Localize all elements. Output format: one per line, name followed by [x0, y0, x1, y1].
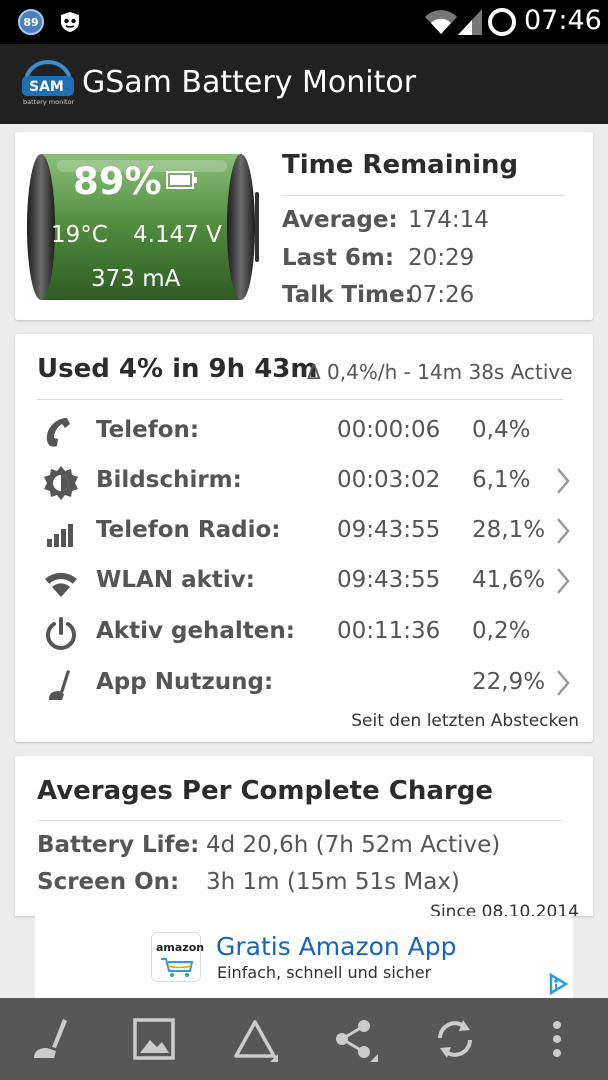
app-logo-subtext: battery monitor: [23, 98, 75, 106]
amazon-logo-text: amazon: [156, 941, 205, 954]
usage-row-bildschirm[interactable]: Bildschirm: 00:03:02 6,1%: [15, 457, 593, 507]
signal-bars-icon: [47, 524, 73, 547]
notification-badge-icon: 89: [18, 9, 44, 35]
adchoices-icon[interactable]: [547, 973, 569, 995]
time-remaining-title: Time Remaining: [282, 150, 519, 180]
power-icon: [46, 617, 76, 650]
row-percent: 6,1%: [472, 467, 531, 493]
divider: [282, 195, 564, 196]
overflow-menu-icon[interactable]: [534, 1016, 580, 1062]
usage-row-aktiv-gehalten[interactable]: Aktiv gehalten: 00:11:36 0,2%: [15, 608, 593, 658]
cell-signal-icon: [458, 9, 482, 35]
usage-row-app-nutzung[interactable]: App Nutzung: 22,9%: [15, 659, 593, 709]
averages-title: Averages Per Complete Charge: [37, 776, 493, 806]
row-label: Telefon:: [96, 417, 200, 443]
status-bar: 89 07:46: [0, 0, 608, 44]
bottom-action-bar: [0, 998, 608, 1080]
app-title: GSam Battery Monitor: [82, 65, 417, 100]
divider: [37, 399, 563, 400]
shield-icon: [61, 12, 79, 32]
battery-temperature: 19°C: [51, 222, 108, 248]
chevron-right-icon[interactable]: [555, 669, 571, 697]
row-percent: 0,4%: [472, 417, 531, 443]
row-percent: 22,9%: [472, 669, 546, 695]
image-icon[interactable]: [131, 1016, 177, 1062]
app-usage-icon[interactable]: [30, 1016, 76, 1062]
usage-title: Used 4% in 9h 43m: [37, 354, 318, 384]
row-time: 00:00:06: [337, 417, 441, 443]
row-value: 4d 20,6h (7h 52m Active): [206, 832, 501, 858]
row-label: Last 6m:: [282, 245, 395, 271]
row-value: 174:14: [408, 207, 489, 233]
row-time: 09:43:55: [337, 567, 441, 593]
amazon-logo-icon: amazon: [151, 932, 205, 982]
row-label: Aktiv gehalten:: [96, 618, 295, 644]
refresh-icon[interactable]: [432, 1016, 478, 1062]
averages-card: Averages Per Complete Charge Battery Lif…: [15, 756, 593, 916]
row-label: Battery Life:: [37, 832, 200, 858]
wifi-icon: [45, 572, 77, 597]
row-time: 00:03:02: [337, 467, 441, 493]
ad-subtitle: Einfach, schnell und sicher: [217, 963, 432, 982]
row-label: App Nutzung:: [96, 669, 274, 695]
divider: [37, 820, 563, 821]
chevron-right-icon[interactable]: [555, 517, 571, 545]
row-time: 00:11:36: [337, 618, 441, 644]
app-usage-icon: [49, 670, 70, 700]
row-label: Telefon Radio:: [96, 517, 281, 543]
usage-card: Used 4% in 9h 43m Δ 0,4%/h - 14m 38s Act…: [15, 334, 593, 742]
usage-row-wlan[interactable]: WLAN aktiv: 09:43:55 41,6%: [15, 557, 593, 607]
battery-voltage: 4.147 V: [133, 222, 222, 248]
app-logo-text: SAM: [29, 79, 64, 95]
chevron-right-icon[interactable]: [555, 567, 571, 595]
row-value: 20:29: [408, 245, 475, 271]
usage-subtitle: Δ 0,4%/h - 14m 38s Active: [307, 360, 573, 384]
row-value: 07:26: [408, 282, 475, 308]
wifi-icon: [425, 10, 457, 34]
chevron-right-icon[interactable]: [555, 467, 571, 495]
phone-icon: [46, 418, 70, 447]
triangle-icon[interactable]: [232, 1016, 278, 1062]
ad-title[interactable]: Gratis Amazon App: [216, 932, 457, 961]
row-label: Talk Time:: [282, 282, 414, 308]
ad-banner[interactable]: amazon Gratis Amazon App Einfach, schnel…: [35, 916, 573, 998]
app-bar: SAM battery monitor GSam Battery Monitor: [0, 44, 608, 124]
row-percent: 28,1%: [472, 517, 546, 543]
app-logo-icon: SAM battery monitor: [22, 60, 75, 106]
usage-row-telefon-radio[interactable]: Telefon Radio: 09:43:55 28,1%: [15, 507, 593, 557]
row-label: Bildschirm:: [96, 467, 242, 493]
sync-ring-icon: [488, 8, 516, 36]
usage-footer: Seit den letzten Abstecken: [351, 711, 579, 731]
row-label: Average:: [282, 207, 398, 233]
row-value: 3h 1m (15m 51s Max): [206, 869, 460, 895]
battery-mini-icon: [166, 171, 197, 189]
row-percent: 0,2%: [472, 618, 531, 644]
battery-card[interactable]: 89% 19°C 4.147 V 373 mA Time Remaining A…: [15, 132, 593, 320]
clock: 07:46: [524, 5, 602, 36]
row-time: 09:43:55: [337, 517, 441, 543]
share-icon[interactable]: [332, 1016, 378, 1062]
row-label: Screen On:: [37, 869, 180, 895]
usage-row-telefon[interactable]: Telefon: 00:00:06 0,4%: [15, 407, 593, 457]
averages-since: Since 08.10.2014: [430, 902, 579, 916]
row-label: WLAN aktiv:: [96, 567, 255, 593]
brightness-icon: [44, 466, 78, 500]
row-percent: 41,6%: [472, 567, 546, 593]
battery-current: 373 mA: [91, 266, 181, 292]
battery-percent: 89%: [73, 160, 162, 203]
cart-icon: [161, 958, 194, 977]
